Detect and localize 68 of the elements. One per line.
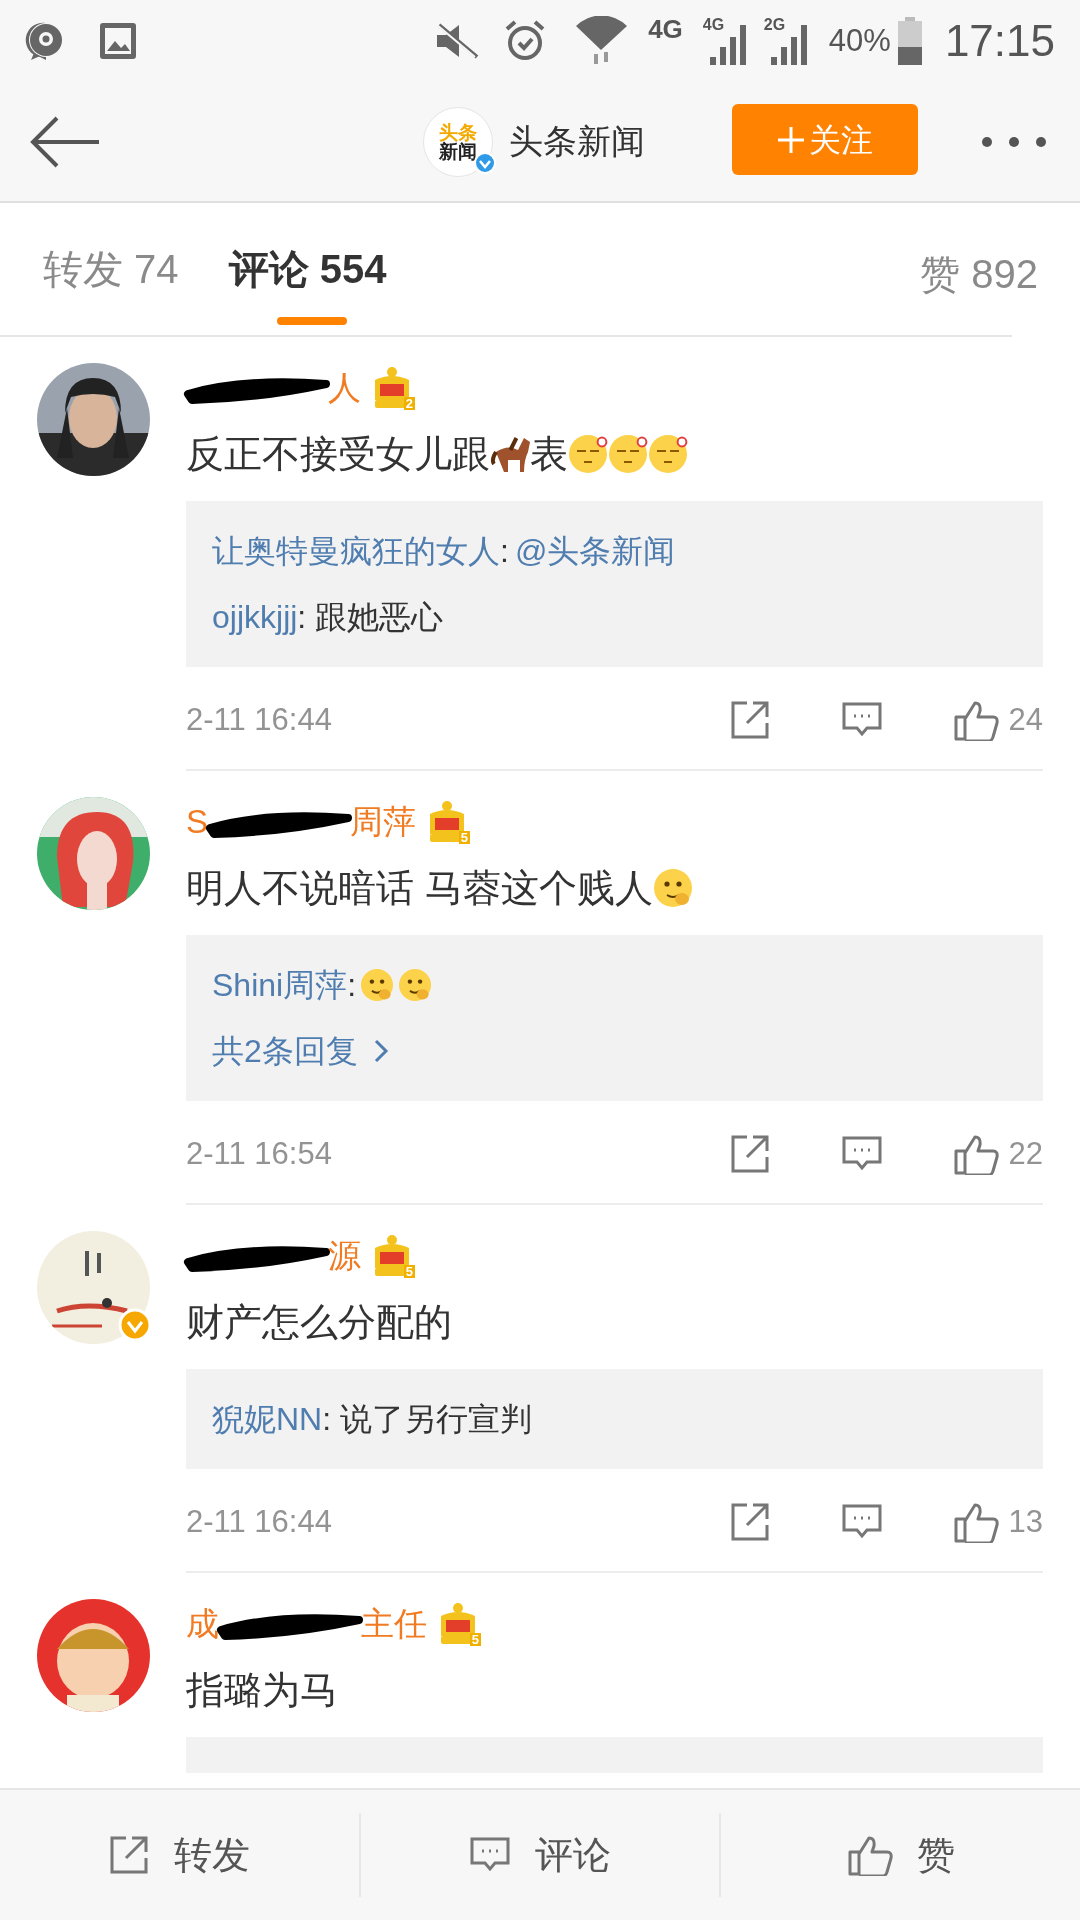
comment-text: 反正不接受女儿跟 — [186, 431, 490, 477]
repost-button[interactable]: 转发 — [0, 1805, 359, 1905]
plus-icon — [777, 125, 805, 154]
dizzy-face-icon — [648, 434, 688, 474]
reply-text: : 说了另行宣判 — [322, 1400, 532, 1439]
logo-text: 新闻 — [439, 142, 477, 161]
thinking-face-icon — [398, 968, 433, 1002]
dizzy-face-icon — [608, 434, 648, 474]
tab-indicator — [276, 317, 347, 325]
comment-text: 指璐为马 — [186, 1667, 338, 1713]
follow-button[interactable]: 关注 — [732, 104, 918, 175]
image-icon — [98, 21, 138, 61]
reply-text: : 跟她恶心 — [297, 598, 444, 637]
username-fragment[interactable]: 源 — [328, 1231, 361, 1281]
reply-author[interactable]: Shini周萍 — [212, 961, 348, 1009]
tab[interactable]: 评论 554 — [228, 203, 387, 335]
dizzy-face-icon — [568, 434, 608, 474]
sim-label: 2G — [763, 17, 786, 33]
likes-count[interactable]: 赞 892 — [920, 244, 1038, 304]
reply-author[interactable]: ojjkkjjj — [212, 593, 298, 641]
horse-icon — [490, 434, 530, 474]
like-button[interactable]: 赞 — [721, 1805, 1080, 1905]
timestamp: 2-11 16:54 — [186, 1134, 332, 1173]
username-fragment[interactable]: 主任 — [361, 1599, 427, 1649]
like-button[interactable]: 13 — [952, 1497, 1043, 1547]
replies-box[interactable]: 让奥特曼疯狂的女人: @头条新闻 ojjkkjjj: 跟她恶心 — [186, 501, 1043, 667]
comment-text: 明人不说暗话 马蓉这个贱人 — [186, 865, 653, 911]
network-label: 4G — [648, 13, 683, 46]
account-name: 头条新闻 — [509, 121, 645, 162]
replies-box[interactable]: Shini周萍: 共2条回复 — [186, 935, 1043, 1101]
thumbs-up-icon — [952, 1133, 999, 1175]
comment-text: 表 — [530, 431, 568, 477]
username-fragment[interactable]: 周萍 — [350, 797, 416, 847]
sim-label: 4G — [702, 17, 725, 33]
reply-author[interactable]: 猊妮NN — [212, 1395, 323, 1443]
logo-text: 头条 — [439, 123, 477, 142]
reply-text: : — [500, 532, 509, 571]
timestamp: 2-11 16:44 — [186, 1502, 332, 1541]
thumbs-up-icon — [952, 699, 999, 741]
like-button[interactable]: 24 — [952, 695, 1043, 745]
thumbs-up-icon — [846, 1834, 893, 1876]
mention-link[interactable]: @头条新闻 — [514, 527, 676, 575]
crown-badge: 2 — [371, 366, 413, 410]
clock: 17:15 — [944, 15, 1055, 67]
crown-badge: 5 — [426, 800, 468, 844]
comment-text: 财产怎么分配的 — [186, 1299, 452, 1345]
username-fragment[interactable]: S — [186, 797, 208, 847]
thumbs-up-icon — [952, 1501, 999, 1543]
reply-text: : — [347, 966, 357, 1005]
crown-badge: 5 — [371, 1234, 413, 1278]
crown-badge: 5 — [437, 1602, 479, 1646]
thinking-face-icon — [360, 968, 395, 1002]
username-fragment[interactable]: 成 — [186, 1599, 219, 1649]
battery-icon — [896, 17, 923, 65]
tab[interactable]: 转发 74 — [43, 203, 179, 335]
battery-percent: 40% — [828, 21, 891, 60]
like-button[interactable]: 22 — [952, 1129, 1043, 1179]
more-icon — [981, 135, 1047, 148]
reply-author[interactable]: 让奥特曼疯狂的女人 — [212, 527, 500, 575]
verified-badge-icon — [118, 1308, 152, 1342]
username-fragment[interactable]: 人 — [328, 363, 361, 413]
more-replies-link[interactable]: 共2条回复 — [212, 1027, 392, 1075]
share-icon — [108, 1834, 151, 1876]
thinking-face-icon — [652, 868, 693, 908]
comment-button[interactable]: 评论 — [360, 1805, 720, 1905]
timestamp: 2-11 16:44 — [186, 700, 332, 739]
back-arrow-icon — [29, 114, 101, 169]
replies-box[interactable]: 猊妮NN: 说了另行宣判 — [186, 1369, 1043, 1469]
